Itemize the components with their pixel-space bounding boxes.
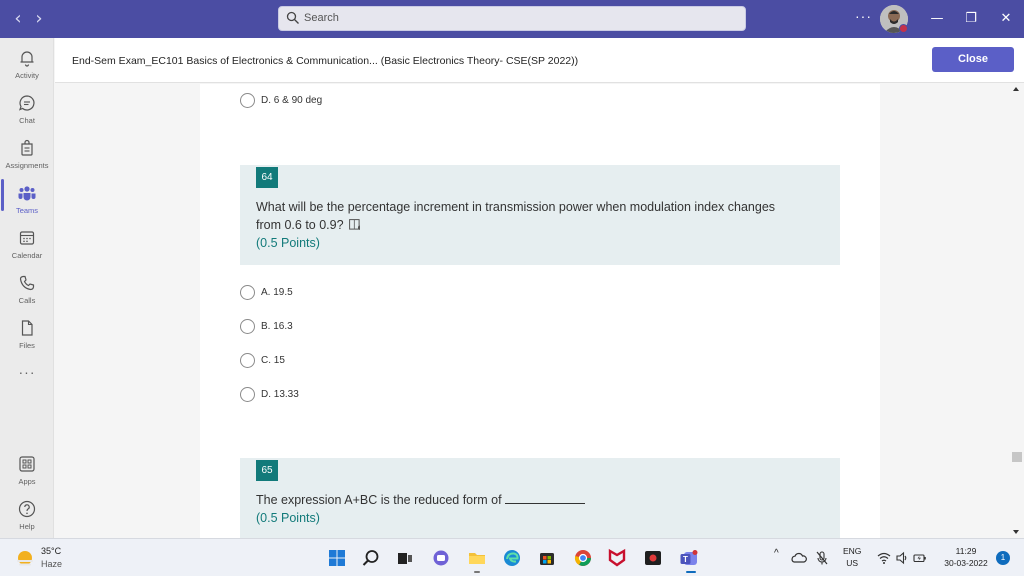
bell-icon [20, 51, 34, 67]
radio-button[interactable] [240, 319, 255, 334]
question-points: (0.5 Points) [256, 236, 320, 250]
system-clock[interactable]: 11:29 30-03-2022 [938, 545, 994, 569]
input-language[interactable]: ENG US [843, 545, 861, 569]
back-button[interactable]: ‹ [9, 9, 27, 29]
scroll-thumb[interactable] [1012, 452, 1022, 462]
teams-icon [18, 186, 36, 201]
volume-icon[interactable] [895, 551, 909, 565]
microsoft-store-icon[interactable] [537, 548, 557, 568]
question-text: The expression A+BC is the reduced form … [256, 491, 585, 509]
minimize-button[interactable]: — [927, 9, 947, 29]
svg-text:T: T [683, 555, 688, 564]
more-apps-button[interactable]: ··· [0, 364, 54, 380]
assignments-icon [21, 139, 33, 156]
scroll-up-icon[interactable] [1013, 87, 1019, 91]
help-icon [18, 500, 36, 518]
rail-item-files[interactable]: Files [0, 318, 54, 362]
rail-item-calendar[interactable]: Calendar [0, 228, 54, 272]
onedrive-icon[interactable] [791, 551, 807, 565]
show-hidden-icons-button[interactable]: ^ [774, 548, 779, 559]
question-text: What will be the percentage increment in… [256, 200, 776, 232]
running-indicator [474, 571, 480, 573]
chat-icon [19, 95, 35, 111]
microphone-muted-icon[interactable] [814, 550, 830, 566]
radio-button[interactable] [240, 285, 255, 300]
close-button[interactable]: Close [932, 47, 1014, 72]
microsoft-teams-icon[interactable]: T [679, 548, 699, 568]
search-input[interactable]: Search [278, 6, 746, 31]
active-indicator [686, 571, 696, 573]
question-64: 64 What will be the percentage increment… [240, 165, 840, 265]
weather-haze-icon[interactable] [15, 549, 35, 567]
search-icon[interactable] [361, 548, 381, 568]
phone-icon [19, 275, 35, 291]
weather-temperature: 35°C [41, 546, 62, 556]
apps-icon [19, 456, 35, 472]
form-header: End-Sem Exam_EC101 Basics of Electronics… [55, 38, 1024, 83]
teams-chat-icon[interactable] [431, 548, 451, 568]
edge-browser-icon[interactable] [502, 548, 522, 568]
notification-badge[interactable]: 1 [996, 551, 1010, 565]
window-close-button[interactable]: ✕ [996, 9, 1016, 29]
task-view-icon[interactable] [395, 548, 415, 568]
answer-blank [504, 494, 585, 504]
immersive-reader-icon[interactable] [348, 219, 362, 231]
battery-charging-icon[interactable] [913, 551, 927, 565]
forward-button[interactable]: › [30, 9, 48, 29]
rail-item-teams[interactable]: Teams [0, 183, 54, 227]
chrome-browser-icon[interactable] [573, 548, 593, 568]
question-65: 65 The expression A+BC is the reduced fo… [240, 458, 840, 538]
file-icon [21, 320, 33, 336]
rail-item-assignments[interactable]: Assignments [0, 138, 54, 182]
question-points: (0.5 Points) [256, 511, 320, 525]
page-title: End-Sem Exam_EC101 Basics of Electronics… [72, 55, 579, 67]
maximize-button[interactable]: ❐ [961, 9, 981, 29]
search-placeholder: Search [304, 12, 339, 24]
title-bar: ‹ › Search ··· — ❐ ✕ [0, 0, 1024, 38]
question-number-badge: 64 [256, 167, 278, 188]
rail-item-help[interactable]: Help [0, 499, 54, 543]
form-content: D. 6 & 90 deg 64 What will be the percen… [55, 84, 1010, 538]
radio-button[interactable] [240, 387, 255, 402]
app-rail: Activity Chat Assignments Teams Calendar… [0, 38, 54, 538]
question-number-badge: 65 [256, 460, 278, 481]
rail-item-activity[interactable]: Activity [0, 48, 54, 92]
form-card: D. 6 & 90 deg 64 What will be the percen… [200, 84, 880, 538]
screen-recorder-icon[interactable] [643, 548, 663, 568]
vertical-scrollbar[interactable] [1010, 84, 1024, 538]
search-icon [286, 11, 299, 24]
scroll-down-icon[interactable] [1013, 530, 1019, 534]
weather-description: Haze [41, 559, 63, 569]
rail-item-calls[interactable]: Calls [0, 273, 54, 317]
windows-start-icon[interactable] [327, 548, 347, 568]
wifi-icon[interactable] [877, 551, 891, 565]
mcafee-icon[interactable] [607, 548, 627, 568]
radio-button[interactable] [240, 93, 255, 108]
windows-taskbar: 35°C Haze T ^ ENG US 11:29 30-03-2022 1 [0, 538, 1024, 576]
radio-button[interactable] [240, 353, 255, 368]
more-options-button[interactable]: ··· [855, 8, 872, 24]
file-explorer-icon[interactable] [467, 548, 487, 568]
rail-item-apps[interactable]: Apps [0, 454, 54, 498]
presence-busy-icon [899, 24, 908, 33]
calendar-icon [19, 231, 35, 245]
rail-item-chat[interactable]: Chat [0, 93, 54, 137]
